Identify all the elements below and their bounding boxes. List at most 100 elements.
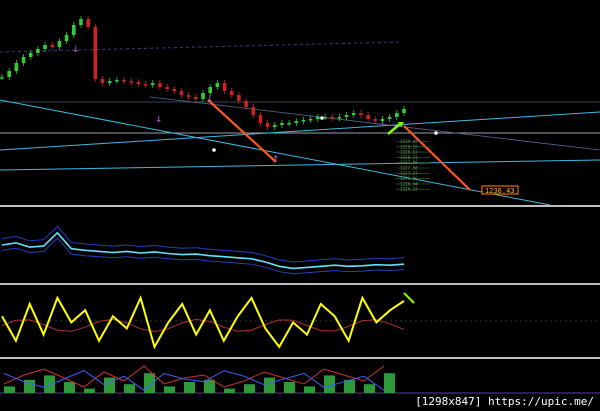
channel-mid bbox=[0, 159, 600, 171]
candle-body bbox=[129, 81, 134, 83]
ladder-label: 1228.21 bbox=[400, 155, 418, 160]
candle-body bbox=[237, 95, 241, 101]
candle-body bbox=[150, 83, 155, 85]
ladder-label: 1227.90 bbox=[400, 160, 418, 165]
candle-body bbox=[43, 45, 47, 49]
candle-body bbox=[316, 117, 320, 119]
candle-body bbox=[136, 82, 141, 84]
hist-bar bbox=[224, 388, 235, 393]
candle-body bbox=[71, 25, 76, 35]
candlestick-series bbox=[0, 16, 406, 130]
candle-body bbox=[359, 113, 363, 115]
oscillator-pane[interactable] bbox=[0, 285, 600, 357]
candle-body bbox=[337, 117, 342, 119]
candle-body bbox=[387, 117, 392, 119]
candle-body bbox=[194, 97, 198, 99]
candle-body bbox=[222, 83, 227, 91]
candle-body bbox=[79, 19, 83, 25]
osc-main bbox=[1, 294, 405, 350]
candle-body bbox=[57, 41, 62, 47]
candle-body bbox=[100, 79, 105, 83]
candle-body bbox=[308, 119, 313, 121]
candle-body bbox=[7, 71, 11, 77]
candle-body bbox=[373, 119, 378, 121]
fractal-marker: ↑ bbox=[272, 155, 280, 165]
candle-body bbox=[380, 119, 385, 121]
candle-body bbox=[50, 45, 55, 47]
candle-body bbox=[115, 80, 119, 82]
candle-body bbox=[344, 115, 349, 117]
candle-body bbox=[165, 87, 169, 89]
ladder-label: 1226.33 bbox=[400, 187, 418, 192]
candle-body bbox=[201, 93, 205, 99]
candle-body bbox=[107, 81, 112, 83]
ladder-label: 1227.58 bbox=[400, 166, 418, 171]
channel-upper bbox=[0, 111, 600, 151]
hist-bar bbox=[144, 373, 155, 393]
price-chart: ↓ ↓ ↓ ↑ 1229.451229.151228.521228.211227… bbox=[0, 16, 600, 205]
fractal-marker: ↓ bbox=[206, 95, 214, 105]
hist-bar bbox=[44, 375, 55, 393]
downtrend-line bbox=[207, 99, 277, 163]
ladder-label: 1229.15 bbox=[400, 144, 418, 149]
candle-body bbox=[330, 117, 335, 119]
hist-bar bbox=[244, 384, 255, 393]
candle-body bbox=[402, 109, 406, 113]
candle-body bbox=[86, 19, 90, 27]
ladder-label: 1227.27 bbox=[400, 171, 418, 176]
candle-body bbox=[258, 115, 263, 123]
candle-body bbox=[93, 27, 98, 79]
candle-body bbox=[294, 121, 299, 123]
hist-bar bbox=[4, 386, 15, 393]
candle-body bbox=[36, 49, 40, 53]
hist-bar bbox=[364, 384, 375, 393]
candle-body bbox=[64, 35, 69, 41]
candle-body bbox=[21, 57, 26, 63]
candle-body bbox=[301, 120, 306, 122]
oscillator-chart bbox=[0, 292, 600, 350]
price-ladder: 1229.451229.151228.521228.211227.901227.… bbox=[396, 139, 430, 192]
candle-body bbox=[366, 115, 370, 119]
osc-arrow-mark bbox=[403, 292, 415, 304]
pivot-dot bbox=[320, 116, 324, 120]
candle-body bbox=[208, 87, 212, 93]
candle-body bbox=[244, 101, 248, 107]
ladder-label: 1228.52 bbox=[400, 150, 418, 155]
candle-body bbox=[14, 63, 19, 71]
candle-body bbox=[186, 95, 191, 97]
candle-body bbox=[122, 80, 126, 82]
hist-bar bbox=[84, 388, 95, 393]
hist-bar bbox=[104, 377, 115, 393]
candle-body bbox=[351, 113, 356, 115]
pivot-dot bbox=[212, 148, 216, 152]
ladder-label: 1229.45 bbox=[400, 139, 418, 144]
ladder-label: 1226.96 bbox=[400, 176, 418, 181]
hist-bar bbox=[304, 386, 315, 393]
signal-line bbox=[1, 231, 405, 270]
indicator-1-lines bbox=[1, 225, 405, 275]
candle-body bbox=[265, 123, 270, 127]
candle-body bbox=[395, 113, 399, 117]
hist-bar bbox=[264, 377, 275, 393]
ladder-label: 1226.64 bbox=[400, 181, 418, 186]
price-pane[interactable]: ↓ ↓ ↓ ↑ 1229.45 1229.15 1228.52 1228.21 1227… bbox=[0, 0, 600, 205]
candle-body bbox=[28, 53, 33, 57]
candle-body bbox=[229, 91, 234, 95]
hist-bar bbox=[324, 375, 335, 393]
candle-body bbox=[251, 107, 256, 115]
hist-bar bbox=[124, 384, 135, 393]
channel-lower bbox=[0, 99, 551, 205]
hist-bar bbox=[284, 382, 295, 393]
candle-body bbox=[287, 123, 291, 125]
candle-body bbox=[0, 77, 4, 79]
histogram-bars bbox=[3, 365, 395, 393]
indicator-pane-1[interactable] bbox=[0, 207, 600, 283]
price-label: 1236.43 bbox=[485, 187, 515, 195]
candle-body bbox=[272, 125, 277, 127]
hist-bar bbox=[384, 373, 395, 393]
pivot-dot bbox=[434, 131, 438, 135]
indicator-1-chart bbox=[1, 225, 405, 275]
hist-bar bbox=[184, 382, 195, 393]
fractal-marker: ↓ bbox=[155, 115, 163, 125]
candle-body bbox=[280, 123, 284, 125]
